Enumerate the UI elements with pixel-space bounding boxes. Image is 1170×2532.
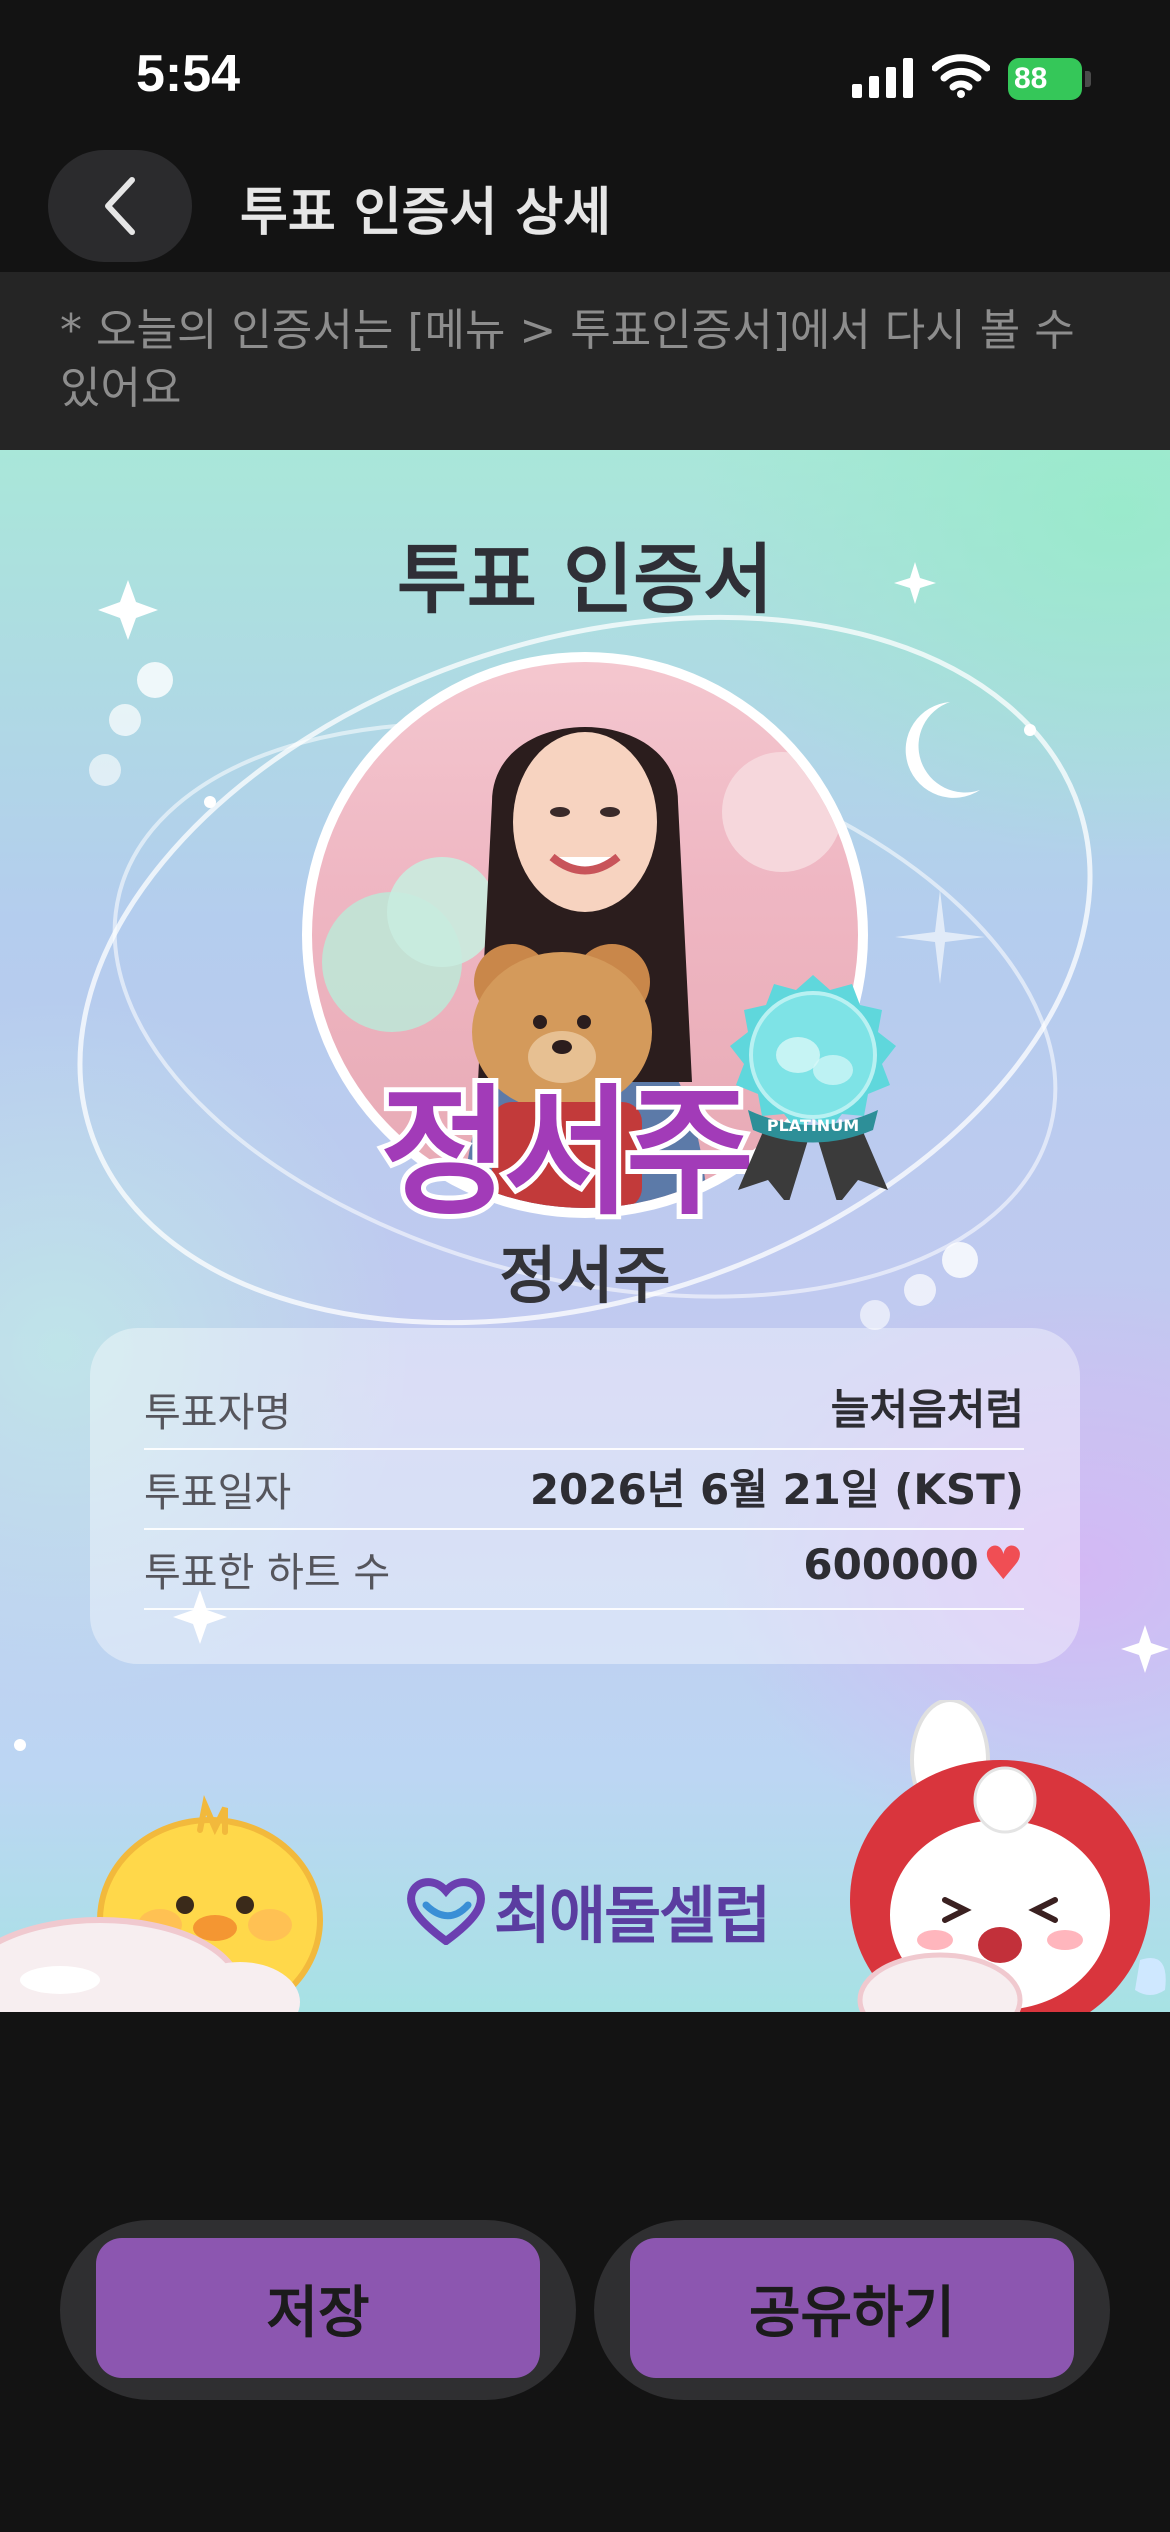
info-row-date: 투표일자 2026년 6월 21일 (KST) — [144, 1448, 1024, 1530]
vote-certificate: 투표 인증서 정서주 PLATINUM 정서주 투표자명 늘처음처럼 투표일자 … — [0, 450, 1170, 2012]
status-bar: 5:54 88 — [0, 0, 1170, 140]
bunny-character-icon — [850, 1700, 1166, 2012]
vote-info-card: 투표자명 늘처음처럼 투표일자 2026년 6월 21일 (KST) 투표한 하… — [90, 1328, 1080, 1664]
share-button[interactable]: 공유하기 — [630, 2238, 1074, 2378]
heart-logo-icon — [407, 1878, 485, 1945]
cellular-signal-icon — [852, 58, 913, 98]
info-label: 투표자명 — [144, 1390, 292, 1436]
info-value-hearts: 600000♥ — [803, 1536, 1024, 1590]
badge-label: PLATINUM — [767, 1116, 859, 1135]
info-label: 투표한 하트 수 — [144, 1550, 391, 1596]
share-button-container: 공유하기 — [594, 2220, 1110, 2400]
save-button-container: 저장 — [60, 2220, 576, 2400]
logo-text: 최애돌셀럽 — [494, 1879, 771, 1952]
heart-count: 600000 — [803, 1540, 979, 1589]
info-row-voter: 투표자명 늘처음처럼 — [144, 1368, 1024, 1450]
certificate-title: 투표 인증서 — [396, 535, 774, 624]
notice-text: * 오늘의 인증서는 [메뉴 > 투표인증서]에서 다시 볼 수 있어요 — [60, 305, 1075, 414]
platinum-badge-icon: PLATINUM — [730, 975, 896, 1200]
chevron-left-icon — [105, 177, 135, 235]
artist-name: 정서주 — [499, 1239, 671, 1312]
battery-indicator: 88 — [1008, 58, 1092, 100]
save-button[interactable]: 저장 — [96, 2238, 540, 2378]
chick-character-icon — [0, 1795, 323, 2012]
clock: 5:54 — [136, 45, 241, 103]
page-title: 투표 인증서 상세 — [240, 183, 612, 243]
heart-icon: ♥ — [982, 1536, 1024, 1590]
battery-level: 88 — [1014, 62, 1048, 95]
app-logo: 최애돌셀럽 — [406, 1870, 771, 1952]
photo-name-overlay: 정서주 — [375, 1067, 759, 1240]
info-value: 2026년 6월 21일 (KST) — [529, 1465, 1024, 1514]
info-label: 투표일자 — [144, 1470, 292, 1516]
info-value: 늘처음처럼 — [830, 1385, 1024, 1434]
back-button[interactable] — [48, 150, 192, 262]
notice-banner: * 오늘의 인증서는 [메뉴 > 투표인증서]에서 다시 볼 수 있어요 — [0, 272, 1170, 450]
info-row-hearts: 투표한 하트 수 600000♥ — [144, 1528, 1024, 1610]
wifi-icon — [932, 54, 990, 98]
